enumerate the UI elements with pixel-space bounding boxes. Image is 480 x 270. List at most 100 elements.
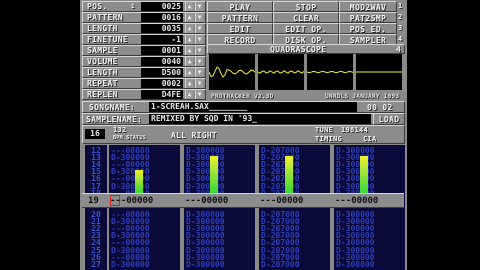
param-row: FINETUNE -1 ▲ ▼: [82, 34, 206, 45]
samplename-field[interactable]: REMIXED BY SQD IN '93_: [149, 114, 371, 124]
current-cell-2[interactable]: ---00000: [185, 197, 228, 206]
param-label: VOLUME: [87, 57, 118, 66]
arrow-up-icon[interactable]: ▲: [185, 13, 193, 22]
arrow-down-icon[interactable]: ▼: [195, 79, 203, 88]
arrow-up-icon[interactable]: ▲: [185, 68, 193, 77]
param-row: PATTERN 0016 ▲ ▼: [82, 12, 206, 23]
param-value[interactable]: 0035: [141, 24, 183, 33]
arrow-down-icon[interactable]: ▼: [195, 46, 203, 55]
param-label: POS.: [87, 2, 108, 11]
scope-channel-2[interactable]: [258, 54, 304, 90]
version-caption: PROTRACKER V2.3D: [211, 93, 274, 100]
param-row: LENGTH 0035 ▲ ▼: [82, 23, 206, 34]
param-value[interactable]: 0002: [141, 79, 183, 88]
arrow-up-icon[interactable]: ▲: [185, 24, 193, 33]
button-mod2wav[interactable]: MOD2WAV: [339, 1, 397, 12]
arrow-up-icon[interactable]: ▲: [185, 35, 193, 44]
pattern-number: 16: [85, 129, 105, 139]
button-row-number: 2: [398, 13, 403, 21]
quadrascope-title: QUADRASCOPE: [270, 45, 327, 54]
vu-meter-4: [360, 156, 368, 193]
arrow-down-icon[interactable]: ▼: [195, 24, 203, 33]
param-value[interactable]: 0040: [141, 57, 183, 66]
bpm-status-label: BPM STATUS: [113, 135, 147, 141]
param-label: FINETUNE: [87, 35, 128, 44]
param-label: LENGTH: [87, 24, 118, 33]
button-row-number: 3: [398, 24, 403, 32]
current-cell-1[interactable]: ---00000: [110, 197, 153, 206]
param-value[interactable]: 0001: [141, 46, 183, 55]
button-row-number: 1: [398, 2, 403, 10]
param-value[interactable]: 0025: [141, 2, 183, 11]
button-pattern[interactable]: PATTERN: [207, 12, 273, 23]
param-value[interactable]: D500: [141, 68, 183, 77]
tune-label: TUNE: [315, 126, 334, 134]
songname-bar: SONGNAME: 1-SCREAH.SAX________ 00 02: [82, 101, 405, 113]
pattern-cell[interactable]: D-300000: [336, 260, 375, 269]
param-label: SAMPLE: [87, 46, 118, 55]
arrow-down-icon[interactable]: ▼: [195, 68, 203, 77]
current-row-bar: 19 ---00000 ---00000 ---00000 ---00000: [82, 193, 404, 208]
current-row-number: 19: [88, 196, 99, 206]
waveform: [307, 70, 353, 74]
tune-value: 198144: [341, 126, 369, 134]
param-row: REPEAT 0002 ▲ ▼: [82, 78, 206, 89]
param-label: PATTERN: [87, 13, 123, 22]
button-play[interactable]: PLAY: [207, 1, 273, 12]
arrow-down-icon[interactable]: ▼: [195, 57, 203, 66]
arrow-up-icon[interactable]: ▲: [185, 57, 193, 66]
button-row-number: 4: [398, 35, 403, 43]
songname-label: SONGNAME:: [89, 103, 136, 112]
param-sublabel: 1: [131, 3, 135, 10]
status-text: ALL RIGHT: [171, 131, 218, 140]
param-label: REPEAT: [87, 79, 118, 88]
current-cell-4[interactable]: ---00000: [335, 197, 378, 206]
pattern-cell[interactable]: D-300000: [111, 260, 150, 269]
date-caption: UNRDLS JANUARY 1993: [325, 93, 400, 100]
scope-channel-3[interactable]: [307, 54, 353, 90]
param-row: LENGTH D500 ▲ ▼: [82, 67, 206, 78]
scope-channel-4[interactable]: [356, 54, 402, 90]
load-button[interactable]: LOAD: [373, 113, 405, 125]
button-pos-ed-[interactable]: POS ED.: [339, 23, 397, 34]
button-stop[interactable]: STOP: [273, 1, 339, 12]
param-value[interactable]: 0016: [141, 13, 183, 22]
arrow-up-icon[interactable]: ▲: [185, 2, 193, 11]
scope-channel-1[interactable]: [209, 54, 255, 90]
samplename-bar: SAMPLENAME: REMIXED BY SQD IN '93_ LOAD: [82, 113, 405, 125]
pattern-cell[interactable]: D-300000: [186, 260, 225, 269]
arrow-down-icon[interactable]: ▼: [195, 35, 203, 44]
vu-meter-1: [135, 170, 143, 193]
param-row: VOLUME 0040 ▲ ▼: [82, 56, 206, 67]
param-label: LENGTH: [87, 68, 118, 77]
row-number: 27: [91, 259, 101, 269]
quadrascope-header: QUADRASCOPE 4: [207, 44, 405, 54]
song-time: 00 02: [367, 103, 393, 112]
waveform: [258, 70, 304, 74]
songname-field[interactable]: 1-SCREAH.SAX________: [149, 102, 357, 112]
protracker-window: POS. 1 0025 ▲ ▼ PATTERN 0016 ▲ ▼ LENGTH 0035 ▲ ▼ FINE…: [0, 0, 480, 270]
arrow-up-icon[interactable]: ▲: [185, 90, 193, 99]
button-pat2smp[interactable]: PAT2SMP: [339, 12, 397, 23]
arrow-down-icon[interactable]: ▼: [195, 2, 203, 11]
pattern-cell[interactable]: D-207000: [261, 260, 300, 269]
quadrascope-number: 4: [396, 45, 402, 54]
waveform: [209, 66, 255, 78]
param-label: REPLEN: [87, 90, 118, 99]
button-edit[interactable]: EDIT: [207, 23, 273, 34]
current-cell-3[interactable]: ---00000: [260, 197, 303, 206]
arrow-up-icon[interactable]: ▲: [185, 79, 193, 88]
param-row: SAMPLE 0001 ▲ ▼: [82, 45, 206, 56]
status-bar: 16 132 BPM STATUS ALL RIGHT TUNE 198144 …: [82, 125, 405, 144]
param-value[interactable]: D4FE: [141, 90, 183, 99]
button-clear[interactable]: CLEAR: [273, 12, 339, 23]
timing-label: TIMING: [315, 135, 343, 143]
button-edit-op-[interactable]: EDIT OP.: [273, 23, 339, 34]
vu-meter-2: [210, 156, 218, 193]
timing-value[interactable]: CIA: [363, 135, 377, 144]
arrow-down-icon[interactable]: ▼: [195, 13, 203, 22]
param-value[interactable]: -1: [141, 35, 183, 44]
arrow-up-icon[interactable]: ▲: [185, 46, 193, 55]
arrow-down-icon[interactable]: ▼: [195, 90, 203, 99]
bpm-value[interactable]: 132: [113, 126, 127, 135]
